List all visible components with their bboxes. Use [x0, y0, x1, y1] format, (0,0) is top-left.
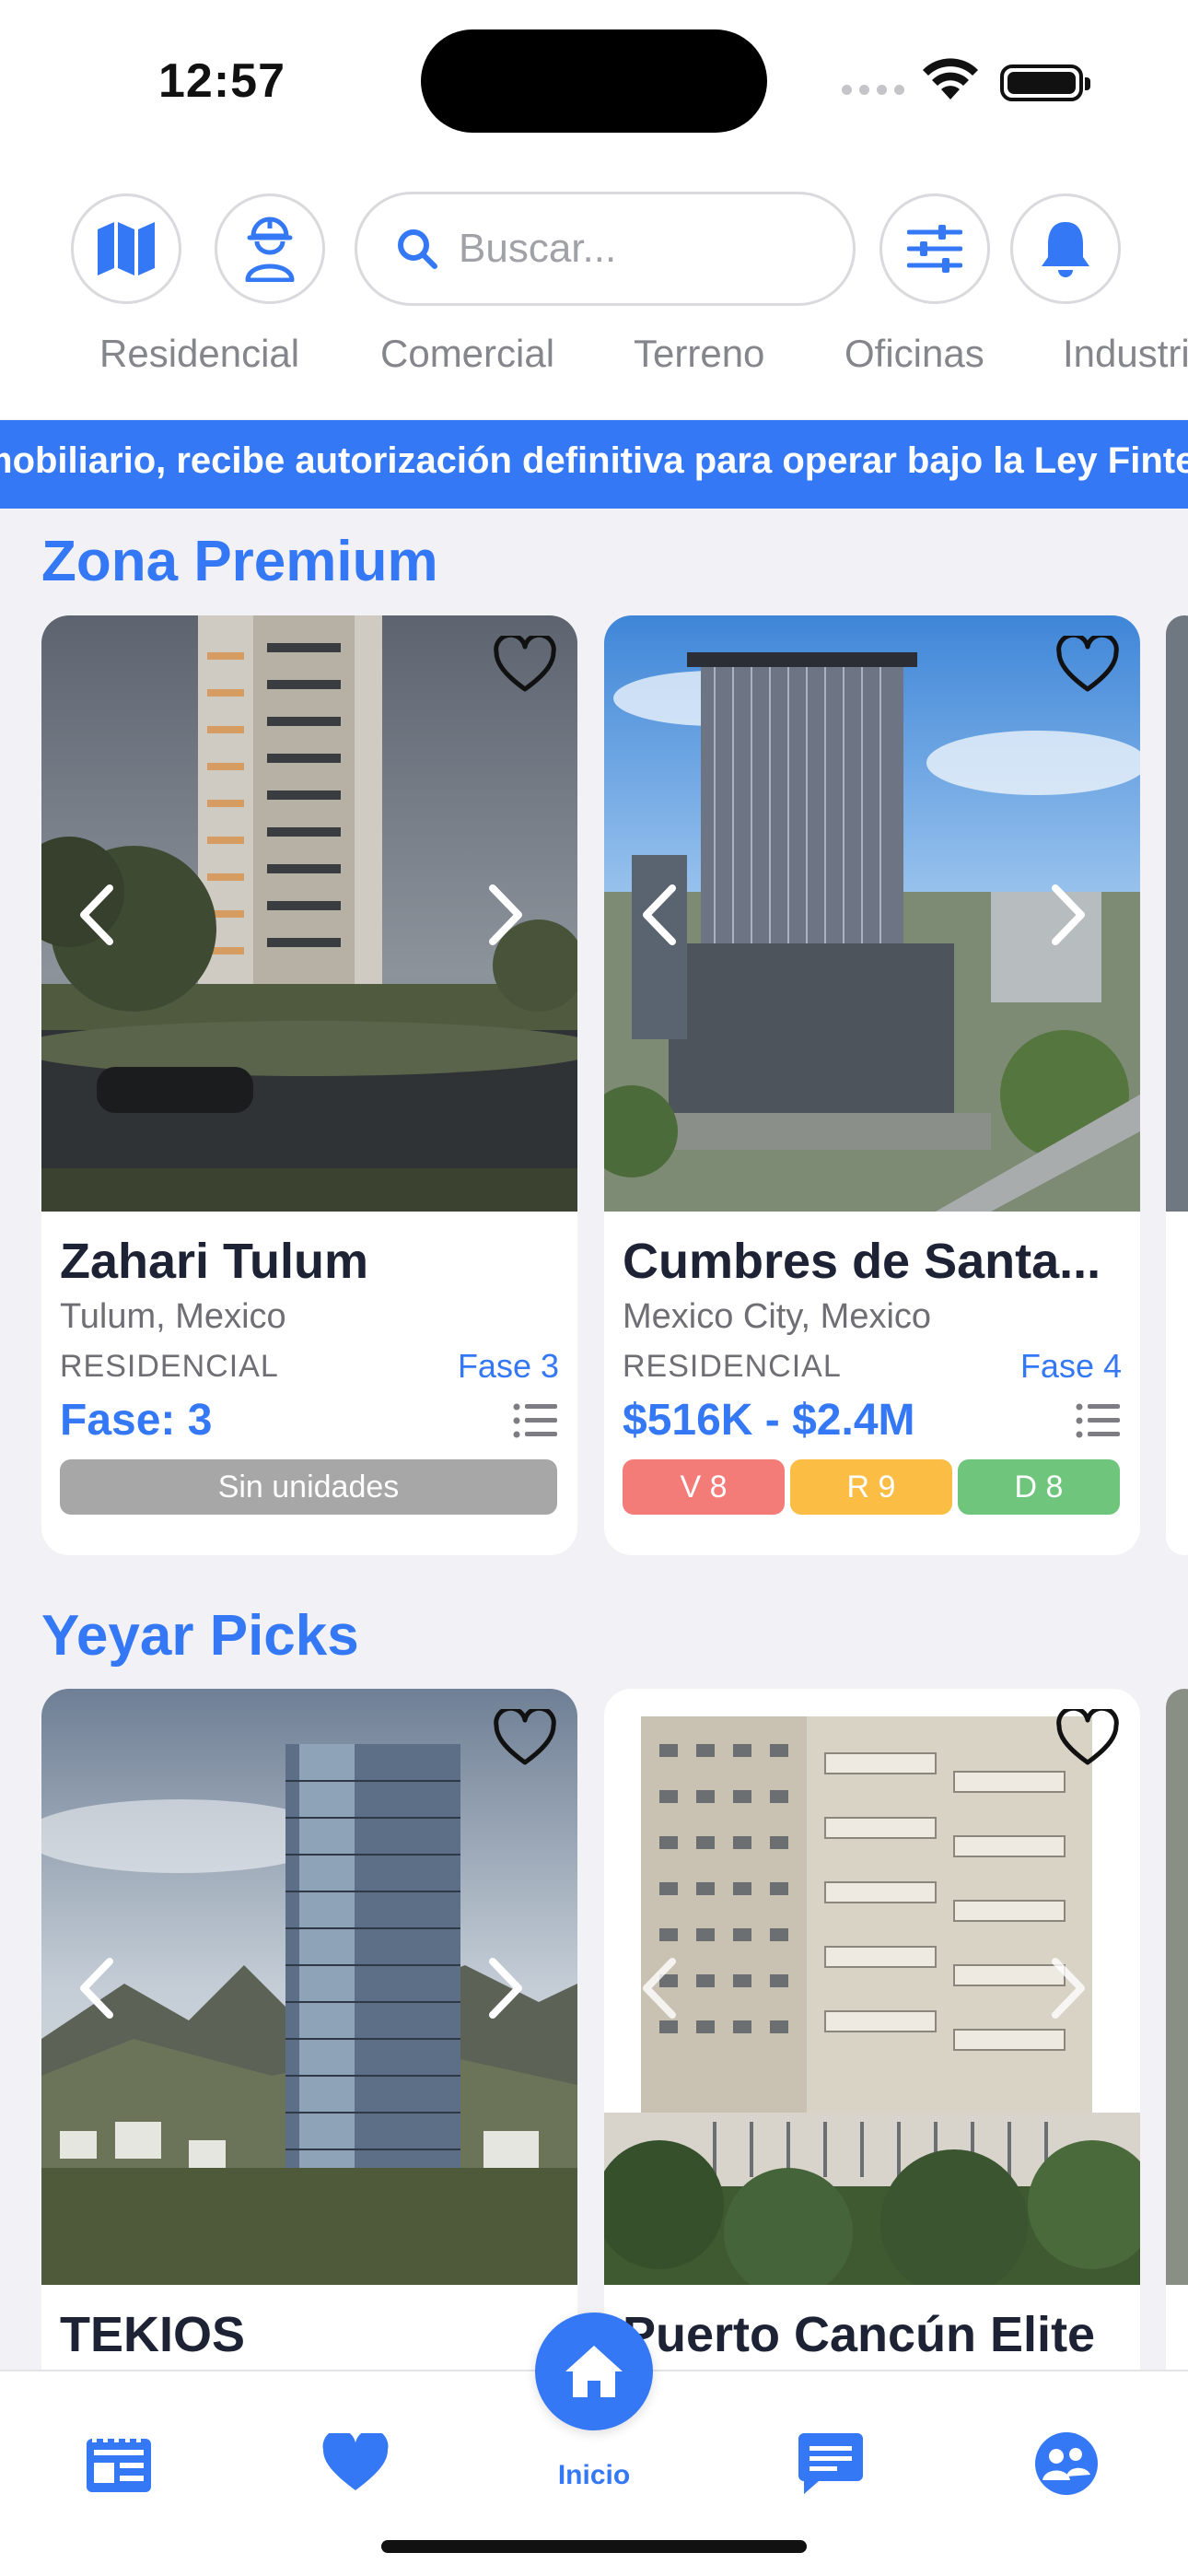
- favorite-heart-icon[interactable]: [1055, 1709, 1120, 1768]
- worker-icon: [245, 217, 295, 282]
- search-icon: [398, 229, 437, 269]
- property-name: TEKIOS: [60, 2307, 246, 2362]
- tab-messages[interactable]: [794, 2427, 868, 2500]
- map-icon: [98, 222, 155, 275]
- unit-count-badge-d: D 8: [958, 1459, 1120, 1515]
- favorite-heart-icon[interactable]: [493, 636, 557, 695]
- heart-icon: [322, 2433, 389, 2490]
- property-card[interactable]: Puerto Cancún Elite: [604, 1689, 1140, 2426]
- category-tabs: Residencial Comercial Terreno Oficinas I…: [0, 332, 1188, 387]
- community-icon: [1035, 2432, 1098, 2495]
- property-card-peek[interactable]: [1166, 615, 1188, 1555]
- map-button[interactable]: [71, 193, 181, 304]
- cellular-signal-icon: [842, 85, 904, 95]
- property-phase: Fase 4: [1019, 1347, 1122, 1385]
- prev-photo-chevron-icon[interactable]: [637, 1956, 683, 2020]
- favorite-heart-icon[interactable]: [493, 1709, 557, 1768]
- ticker-text: mobiliario, recibe autorización definiti…: [0, 440, 1188, 481]
- next-photo-chevron-icon[interactable]: [1044, 1956, 1090, 2020]
- property-price: $516K - $2.4M: [623, 1396, 915, 1445]
- property-location: Mexico City, Mexico: [623, 1297, 932, 1336]
- tab-listings[interactable]: [82, 2427, 156, 2500]
- property-card-peek[interactable]: [1166, 1689, 1188, 2426]
- notifications-button[interactable]: [1010, 193, 1121, 304]
- listings-icon: [87, 2433, 151, 2492]
- property-card[interactable]: TEKIOS: [41, 1689, 577, 2426]
- property-card[interactable]: Zahari Tulum Tulum, Mexico RESIDENCIAL F…: [41, 615, 577, 1555]
- property-type: RESIDENCIAL: [60, 1349, 279, 1384]
- category-industrial[interactable]: Industrial: [1063, 332, 1188, 376]
- unit-count-badge-r: R 9: [790, 1459, 952, 1515]
- tab-favorites[interactable]: [319, 2427, 392, 2500]
- next-photo-chevron-icon[interactable]: [1044, 883, 1090, 947]
- next-photo-chevron-icon[interactable]: [482, 1956, 528, 2020]
- property-price: Fase: 3: [60, 1396, 213, 1445]
- list-icon[interactable]: [513, 1402, 557, 1439]
- category-oficinas[interactable]: Oficinas: [844, 332, 984, 376]
- availability-status: Sin unidades: [60, 1459, 557, 1515]
- home-indicator: [381, 2540, 807, 2553]
- tab-community[interactable]: [1030, 2427, 1103, 2500]
- next-photo-chevron-icon[interactable]: [482, 883, 528, 947]
- tab-home-label[interactable]: Inicio: [502, 2460, 686, 2491]
- section-title-zona-premium: Zona Premium: [41, 530, 438, 593]
- prev-photo-chevron-icon[interactable]: [637, 883, 683, 947]
- property-name: Puerto Cancún Elite: [623, 2307, 1096, 2362]
- prev-photo-chevron-icon[interactable]: [75, 1956, 121, 2020]
- chat-icon: [798, 2433, 863, 2494]
- category-comercial[interactable]: Comercial: [380, 332, 554, 376]
- category-residencial[interactable]: Residencial: [99, 332, 299, 376]
- property-name: Zahari Tulum: [60, 1234, 369, 1289]
- bell-icon: [1042, 222, 1089, 277]
- property-name: Cumbres de Santa...: [623, 1234, 1101, 1289]
- search-input[interactable]: [459, 226, 827, 272]
- category-terreno[interactable]: Terreno: [634, 332, 764, 376]
- filter-icon: [907, 225, 962, 273]
- dynamic-island: [421, 29, 767, 133]
- property-type: RESIDENCIAL: [623, 1349, 842, 1384]
- app-screen: 12:57 Buscar... Residencial Comercial Te…: [0, 0, 1188, 2576]
- property-phase: Fase 3: [457, 1347, 559, 1385]
- favorite-heart-icon[interactable]: [1055, 636, 1120, 695]
- news-ticker[interactable]: mobiliario, recibe autorización definiti…: [0, 420, 1188, 509]
- property-card[interactable]: Cumbres de Santa... Mexico City, Mexico …: [604, 615, 1140, 1555]
- prev-photo-chevron-icon[interactable]: [75, 883, 121, 947]
- home-button[interactable]: [535, 2313, 653, 2430]
- list-icon[interactable]: [1076, 1402, 1120, 1439]
- section-title-yeyar-picks: Yeyar Picks: [41, 1604, 359, 1668]
- home-icon: [565, 2346, 623, 2397]
- filter-button[interactable]: [879, 193, 990, 304]
- contractor-button[interactable]: [215, 193, 325, 304]
- wifi-icon: [923, 58, 978, 100]
- unit-count-badge-v: V 8: [623, 1459, 785, 1515]
- battery-icon: [1000, 64, 1090, 101]
- status-time: 12:57: [158, 54, 285, 108]
- property-location: Tulum, Mexico: [60, 1297, 286, 1336]
- search-bar[interactable]: [355, 192, 856, 306]
